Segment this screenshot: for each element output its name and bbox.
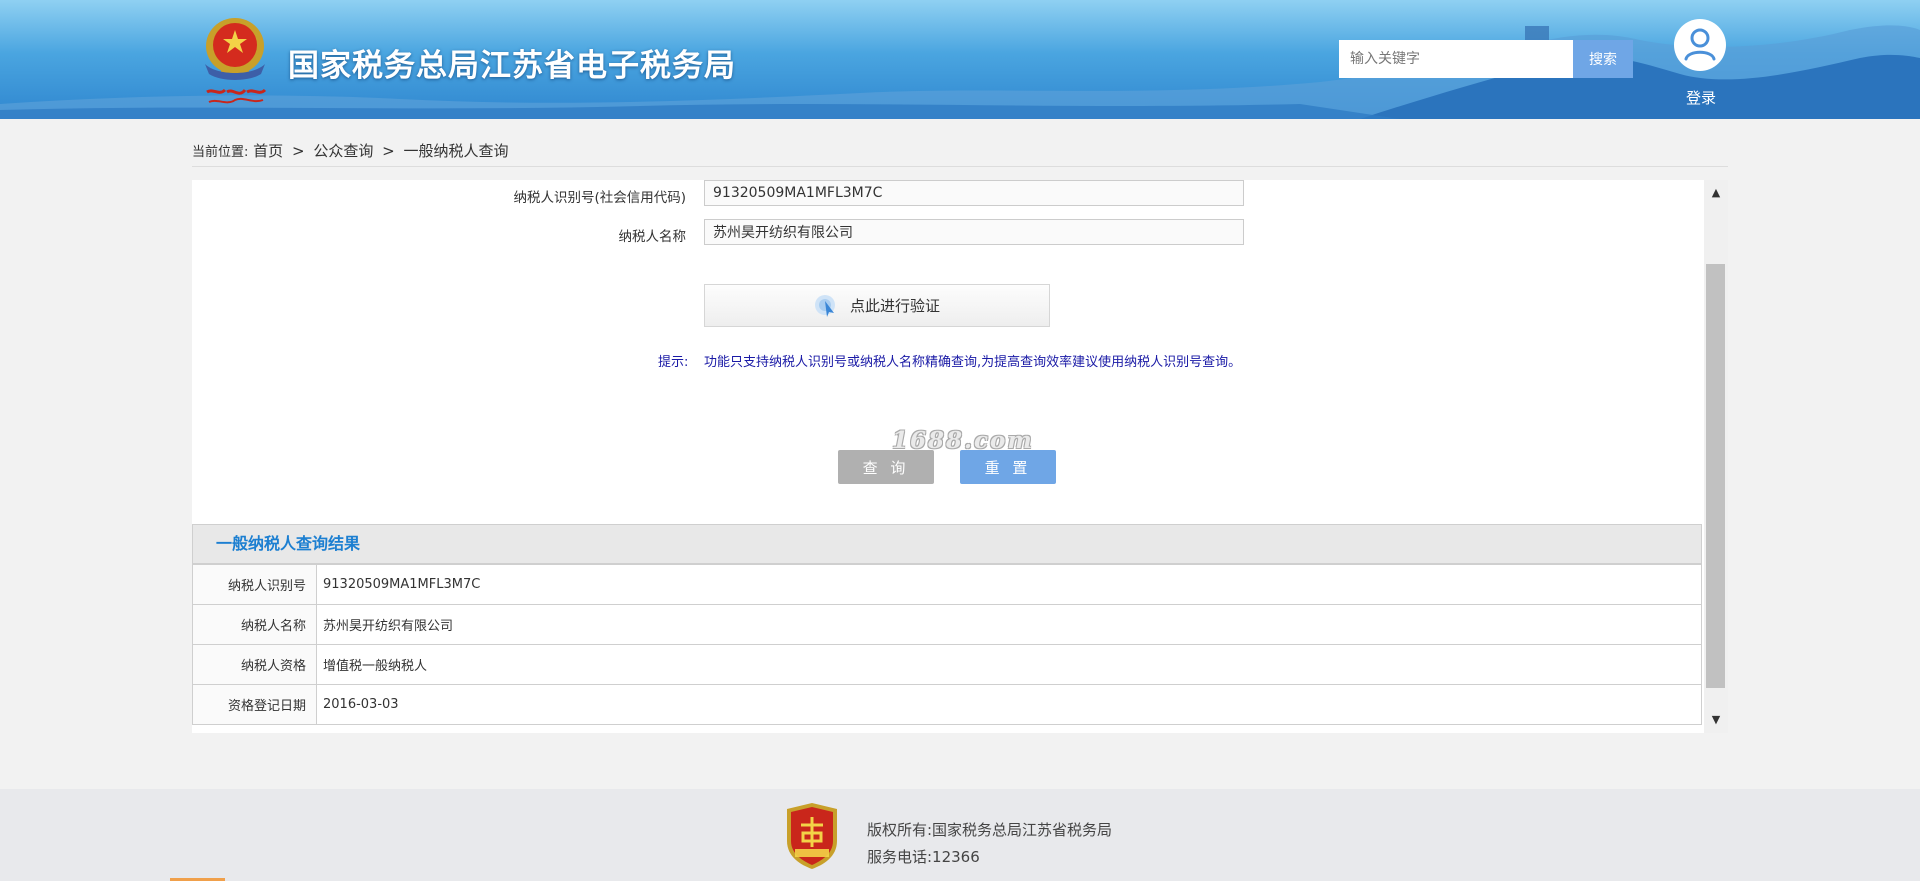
site-footer: 版权所有:国家税务总局江苏省税务局 服务电话:12366 [0,789,1920,881]
row-label: 资格登记日期 [192,684,317,725]
row-value: 91320509MA1MFL3M7C [316,564,1702,605]
taxpayer-id-input[interactable] [704,180,1244,206]
reset-button[interactable]: 重 置 [960,450,1056,484]
search-button[interactable]: 搜索 [1573,40,1633,78]
table-row: 纳税人资格 增值税一般纳税人 [192,644,1702,685]
verify-button[interactable]: 点此进行验证 [704,284,1050,327]
breadcrumb-prefix: 当前位置: [192,145,249,160]
result-table: 纳税人识别号 91320509MA1MFL3M7C 纳税人名称 苏州昊开纺织有限… [192,564,1702,725]
footer-copyright: 版权所有:国家税务总局江苏省税务局 [867,821,1113,839]
breadcrumb: 当前位置: 首页 > 公众查询 > 一般纳税人查询 [192,140,1728,167]
verify-button-label: 点此进行验证 [849,297,940,315]
row-label: 纳税人名称 [192,604,317,645]
taxpayer-name-label: 纳税人名称 [618,229,687,245]
hint-text: 功能只支持纳税人识别号或纳税人名称精确查询,为提高查询效率建议使用纳税人识别号查… [704,355,1242,370]
table-row: 资格登记日期 2016-03-03 [192,684,1702,725]
site-title: 国家税务总局江苏省电子税务局 [288,48,736,84]
breadcrumb-home-link[interactable]: 首页 [253,142,283,160]
scroll-thumb[interactable] [1706,264,1725,688]
tax-emblem-icon [205,18,267,104]
search-input[interactable] [1339,40,1573,78]
taxpayer-id-label: 纳税人识别号(社会信用代码) [513,190,686,206]
table-row: 纳税人名称 苏州昊开纺织有限公司 [192,604,1702,645]
user-avatar-icon[interactable] [1673,18,1727,72]
breadcrumb-separator: > [382,142,395,160]
government-agency-badge-icon [787,803,837,869]
breadcrumb-current-page: 一般纳税人查询 [403,142,509,160]
query-button[interactable]: 查 询 [838,450,934,484]
taxpayer-name-input[interactable] [704,219,1244,245]
scroll-down-arrow-icon[interactable]: ▼ [1704,710,1728,730]
row-label: 纳税人资格 [192,644,317,685]
breadcrumb-public-query-link[interactable]: 公众查询 [313,142,373,160]
hint-label: 提示: [658,355,689,370]
table-row: 纳税人识别号 91320509MA1MFL3M7C [192,564,1702,605]
query-panel: 纳税人识别号(社会信用代码) 纳税人名称 点此进行验证 提示: 功能只支持纳税人… [192,180,1704,733]
login-link[interactable]: 登录 [1686,87,1716,108]
row-value: 2016-03-03 [316,684,1702,725]
panel-scrollbar[interactable]: ▲ ▼ [1704,180,1728,733]
row-value: 增值税一般纳税人 [316,644,1702,685]
row-label: 纳税人识别号 [192,564,317,605]
cursor-click-icon [814,294,835,317]
breadcrumb-separator: > [291,142,305,160]
row-value: 苏州昊开纺织有限公司 [316,604,1702,645]
footer-service-phone: 服务电话:12366 [867,848,980,866]
result-section-title: 一般纳税人查询结果 [192,524,1702,564]
site-header: 国家税务总局江苏省电子税务局 搜索 登录 [0,0,1920,119]
scroll-up-arrow-icon[interactable]: ▲ [1704,183,1728,203]
